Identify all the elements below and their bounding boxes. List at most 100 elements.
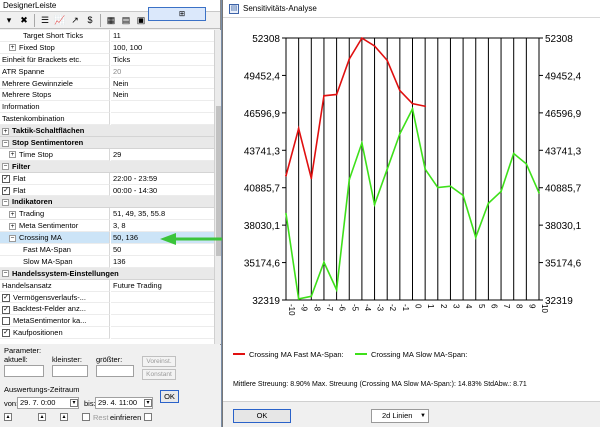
- dropdown-arrow-icon[interactable]: ▾: [70, 399, 78, 407]
- window-bottom-bar: OK 2d Linien ▼: [223, 401, 600, 427]
- property-value[interactable]: 136: [111, 256, 214, 268]
- expand-icon[interactable]: +: [9, 210, 16, 218]
- checkbox[interactable]: [2, 317, 10, 326]
- property-label-text: Filter: [12, 161, 31, 171]
- x-tick-label: 1: [426, 304, 435, 309]
- smallest-value-input[interactable]: [52, 365, 88, 377]
- property-row[interactable]: Tastenkombination: [0, 113, 214, 126]
- property-row[interactable]: Handelsansatz Future Trading: [0, 279, 214, 292]
- property-value[interactable]: 22:00 - 23:59: [111, 173, 214, 185]
- smallest-label: kleinster:: [52, 355, 83, 364]
- constant-button[interactable]: Konstant: [142, 369, 176, 380]
- property-value[interactable]: [111, 327, 214, 340]
- property-row[interactable]: + Meta Sentimentor 3, 8: [0, 220, 214, 233]
- property-row[interactable]: Mehrere Gewinnziele Nein: [0, 77, 214, 90]
- checkbox[interactable]: ✓: [2, 174, 10, 183]
- grid-view-icon[interactable]: ▦: [104, 13, 118, 27]
- collapse-icon[interactable]: −: [2, 198, 9, 206]
- property-category[interactable]: − Stop Sentimentoren: [0, 137, 214, 149]
- expand-icon[interactable]: +: [9, 44, 16, 52]
- property-row[interactable]: + Time Stop 29: [0, 148, 214, 161]
- property-value[interactable]: 11: [111, 30, 214, 42]
- chart-icon[interactable]: 📈: [53, 13, 67, 27]
- stepper-icon[interactable]: ▴: [4, 413, 12, 421]
- property-value[interactable]: [111, 101, 214, 114]
- property-value[interactable]: Future Trading: [111, 280, 214, 292]
- property-value[interactable]: [111, 303, 214, 316]
- property-grid-scrollbar[interactable]: [214, 30, 221, 344]
- stepper-icon[interactable]: ▴: [38, 413, 46, 421]
- property-row[interactable]: Mehrere Stops Nein: [0, 89, 214, 102]
- property-row[interactable]: + Trading 51, 49, 35, 55.8: [0, 208, 214, 221]
- property-value[interactable]: Nein: [111, 89, 214, 102]
- property-category[interactable]: − Indikatoren: [0, 196, 214, 209]
- property-row[interactable]: ATR Spanne 20: [0, 65, 214, 78]
- property-category[interactable]: − Filter: [0, 160, 214, 173]
- current-value-input[interactable]: [4, 365, 44, 377]
- property-row[interactable]: MetaSentimentor ka...: [0, 315, 214, 328]
- data-point-slow: [361, 142, 363, 144]
- window-ok-button[interactable]: OK: [233, 409, 291, 423]
- properties-icon[interactable]: ⊞: [148, 7, 206, 21]
- x-tick-label: 6: [489, 304, 498, 309]
- property-label-text: Einheit für Brackets etc.: [2, 54, 82, 64]
- largest-value-input[interactable]: [96, 365, 134, 377]
- expand-icon[interactable]: +: [2, 127, 9, 135]
- include-checkbox[interactable]: [144, 413, 152, 421]
- dropdown-arrow-icon[interactable]: ▾: [2, 13, 16, 27]
- rest-checkbox[interactable]: [82, 413, 90, 421]
- property-label-text: ATR Spanne: [2, 66, 45, 76]
- property-row[interactable]: ✓ Vermögensverlaufs-...: [0, 291, 214, 304]
- property-value[interactable]: [111, 292, 214, 304]
- property-value[interactable]: [111, 315, 214, 328]
- property-row[interactable]: Einheit für Brackets etc. Ticks: [0, 53, 214, 66]
- property-value[interactable]: [111, 113, 214, 126]
- property-value[interactable]: 100, 100: [111, 42, 214, 54]
- property-value[interactable]: 51, 49, 35, 55.8: [111, 208, 214, 221]
- checkbox[interactable]: ✓: [2, 305, 10, 314]
- panel-icon[interactable]: ▣: [134, 13, 148, 27]
- checkbox[interactable]: ✓: [2, 329, 10, 338]
- list-icon[interactable]: ☰: [38, 13, 52, 27]
- data-point-slow: [487, 202, 490, 205]
- collapse-icon[interactable]: −: [2, 163, 9, 171]
- property-row[interactable]: + Fixed Stop 100, 100: [0, 41, 214, 54]
- trend-icon[interactable]: ↗: [68, 13, 82, 27]
- property-label: Information: [0, 101, 110, 114]
- table-view-icon[interactable]: ▤: [119, 13, 133, 27]
- property-value[interactable]: 00:00 - 14:30: [111, 185, 214, 197]
- collapse-icon[interactable]: −: [2, 139, 9, 147]
- checkbox[interactable]: ✓: [2, 186, 10, 195]
- data-point-fast: [335, 93, 338, 96]
- expand-icon[interactable]: +: [9, 222, 16, 230]
- property-row[interactable]: Information: [0, 101, 214, 114]
- delete-icon[interactable]: ✖: [17, 13, 31, 27]
- property-value[interactable]: Nein: [111, 78, 214, 90]
- view-type-select[interactable]: 2d Linien ▼: [371, 409, 429, 423]
- property-row[interactable]: ✓ Backtest-Felder anz...: [0, 303, 214, 316]
- x-tick-label: -1: [401, 304, 410, 312]
- property-category[interactable]: + Taktik-Schaltflächen: [0, 125, 214, 138]
- preset-button[interactable]: Voreinst.: [142, 356, 176, 367]
- property-row[interactable]: ✓ Kaufpositionen: [0, 327, 214, 340]
- expand-icon[interactable]: +: [9, 151, 16, 159]
- dropdown-arrow-icon[interactable]: ▾: [144, 399, 152, 407]
- x-tick-label: -3: [376, 304, 385, 312]
- params-ok-button[interactable]: OK: [160, 390, 179, 403]
- property-category[interactable]: − Handelssystem-Einstellungen: [0, 267, 214, 280]
- collapse-icon[interactable]: −: [2, 270, 9, 278]
- property-value[interactable]: Ticks: [111, 54, 214, 66]
- property-row[interactable]: Slow MA-Span 136: [0, 255, 214, 268]
- property-label-text: Tastenkombination: [2, 114, 65, 124]
- checkbox[interactable]: ✓: [2, 293, 10, 302]
- dollar-icon[interactable]: $: [83, 13, 97, 27]
- property-row[interactable]: ✓ Flat 22:00 - 23:59: [0, 172, 214, 185]
- property-row[interactable]: Target Short Ticks 11: [0, 30, 214, 42]
- property-value[interactable]: 29: [111, 149, 214, 161]
- property-value[interactable]: 20: [111, 66, 214, 78]
- stepper-icon[interactable]: ▴: [60, 413, 68, 421]
- property-value[interactable]: 3, 8: [111, 220, 214, 233]
- property-label: ATR Spanne: [0, 65, 110, 78]
- property-row[interactable]: ✓ Flat 00:00 - 14:30: [0, 184, 214, 197]
- collapse-icon[interactable]: −: [9, 234, 16, 242]
